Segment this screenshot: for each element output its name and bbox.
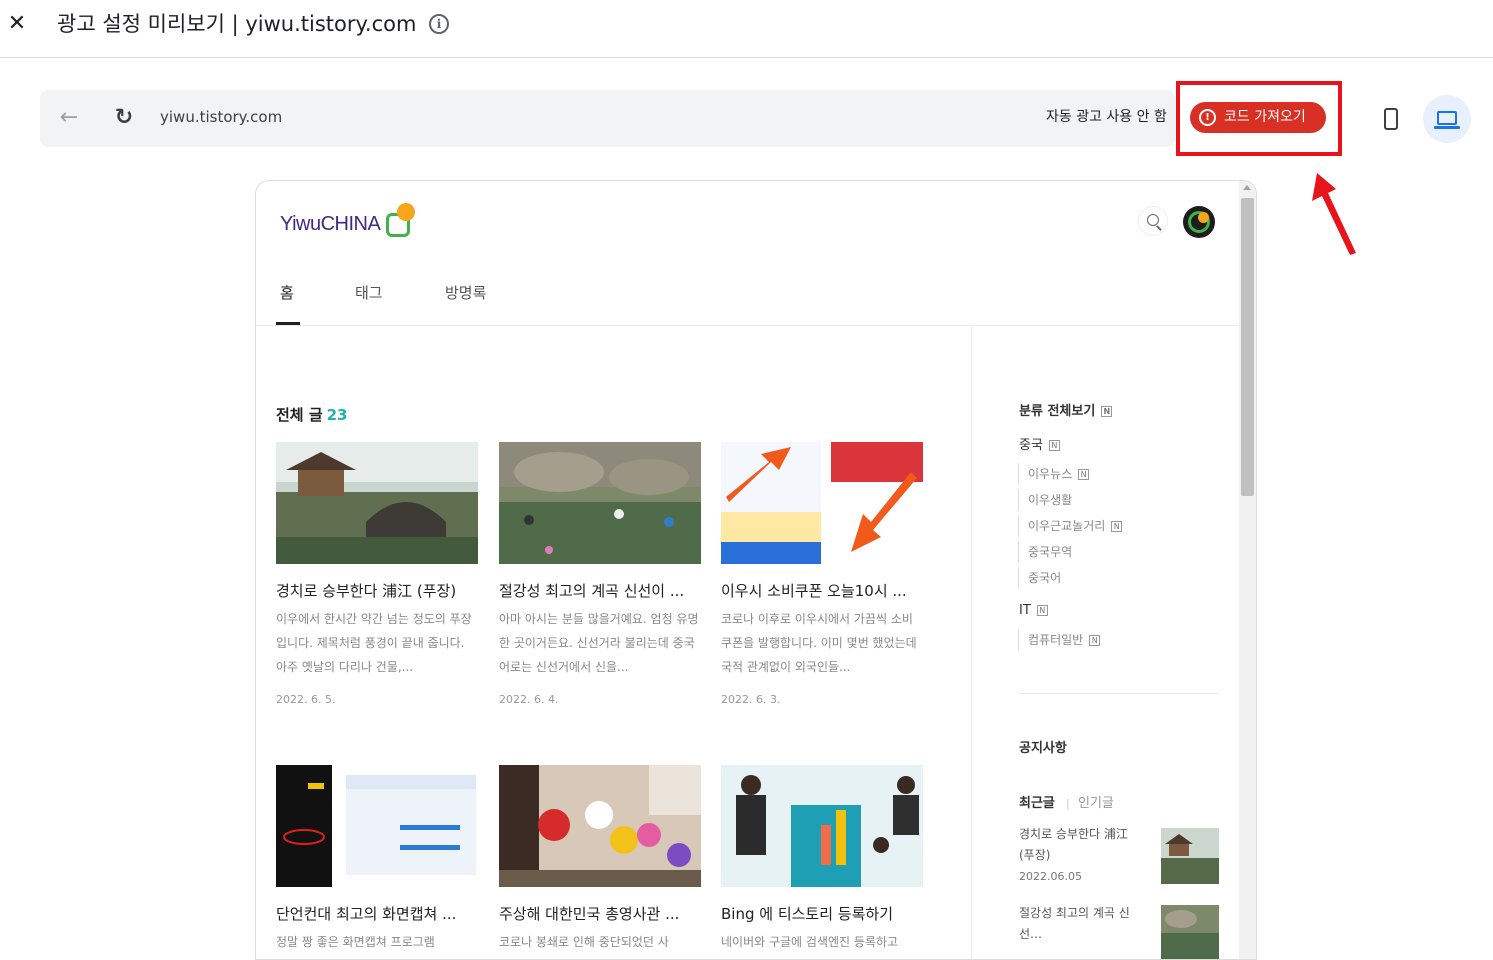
- post-date: 2022. 6. 3.: [721, 693, 781, 706]
- post-excerpt: 이우에서 한시간 약간 넘는 정도의 푸장 입니다. 제목처럼 풍경이 끝내 줍…: [276, 612, 472, 674]
- post-card[interactable]: 주상해 대한민국 총영사관 ... 코로나 봉쇄로 인해 중단되었던 사: [499, 765, 701, 959]
- subcategory-chinese[interactable]: 중국어: [1018, 567, 1061, 589]
- post-excerpt: 코로나 봉쇄로 인해 중단되었던 사: [499, 935, 669, 949]
- close-icon[interactable]: ✕: [6, 12, 28, 36]
- new-badge: N: [1111, 521, 1123, 532]
- tab-recent-posts[interactable]: 최근글: [1019, 794, 1055, 814]
- category-china[interactable]: 중국 N: [1019, 436, 1060, 456]
- post-title[interactable]: 절강성 최고의 계곡 신선이 ...: [499, 580, 701, 602]
- post-count: 23: [326, 406, 348, 424]
- new-badge: N: [1048, 440, 1060, 451]
- blog-search-button[interactable]: [1138, 206, 1168, 236]
- mobile-view-button[interactable]: [1378, 104, 1404, 134]
- scrollbar-thumb[interactable]: [1241, 198, 1254, 496]
- post-excerpt: 아마 아시는 분들 많을거예요. 엄청 유명한 곳이거든요. 신선거라 불리는데…: [499, 612, 699, 674]
- new-badge: N: [1036, 605, 1048, 616]
- blog-logo[interactable]: YiwuCHINA: [280, 211, 381, 237]
- nav-home[interactable]: 홈: [280, 282, 294, 304]
- subcategory-yiwu-life[interactable]: 이우생활: [1018, 489, 1072, 511]
- post-title[interactable]: 단언컨대 최고의 화면캡쳐 ...: [276, 903, 478, 925]
- subcategory-computer[interactable]: 컴퓨터일반 N: [1018, 629, 1101, 651]
- post-thumbnail: [276, 765, 478, 887]
- all-posts-heading: 전체 글 23: [276, 406, 348, 424]
- dialog-title: 광고 설정 미리보기 | yiwu.tistory.com: [57, 12, 417, 36]
- subcategory-yiwu-outings[interactable]: 이우근교놀거리 N: [1018, 515, 1123, 537]
- back-arrow-icon[interactable]: ←: [58, 104, 80, 132]
- nav-tags[interactable]: 태그: [355, 282, 383, 304]
- post-card[interactable]: Bing 에 티스토리 등록하기 네이버와 구글에 검색엔진 등록하고: [721, 765, 923, 959]
- recent-post-thumbnail[interactable]: [1161, 905, 1219, 960]
- info-icon[interactable]: i: [429, 14, 449, 34]
- new-badge: N: [1089, 635, 1101, 646]
- preview-url: yiwu.tistory.com: [160, 108, 283, 126]
- recent-post-date: 2022.06.05: [1019, 870, 1082, 883]
- recent-post-thumbnail[interactable]: [1161, 828, 1219, 884]
- reload-icon[interactable]: ↻: [113, 104, 135, 132]
- category-it[interactable]: IT N: [1019, 601, 1048, 621]
- desktop-view-button[interactable]: [1423, 95, 1471, 143]
- recent-post-title[interactable]: 경치로 승부한다 浦江 (푸장): [1019, 824, 1144, 866]
- new-badge: N: [1078, 469, 1090, 480]
- post-title[interactable]: 경치로 승부한다 浦江 (푸장): [276, 580, 478, 602]
- new-badge: N: [1101, 406, 1113, 417]
- nav-guestbook[interactable]: 방명록: [445, 282, 486, 304]
- auto-ads-status: 자동 광고 사용 안 함: [1046, 109, 1167, 125]
- post-excerpt: 정말 짱 좋은 화면캡쳐 프로그램: [276, 935, 435, 949]
- post-title[interactable]: Bing 에 티스토리 등록하기: [721, 903, 923, 925]
- post-thumbnail: [499, 442, 701, 564]
- post-title[interactable]: 이우시 소비쿠폰 오늘10시 ...: [721, 580, 923, 602]
- notice-heading: 공지사항: [1019, 741, 1067, 756]
- post-thumbnail: [276, 442, 478, 564]
- post-thumbnail: [721, 765, 923, 887]
- post-card[interactable]: 절강성 최고의 계곡 신선이 ... 아마 아시는 분들 많을거예요. 엄청 유…: [499, 442, 701, 707]
- annotation-highlight-box: [1176, 81, 1342, 156]
- post-excerpt: 네이버와 구글에 검색엔진 등록하고: [721, 935, 899, 949]
- laptop-icon: [1437, 111, 1457, 125]
- scroll-up-icon[interactable]: [1243, 185, 1251, 190]
- site-preview-frame: YiwuCHINA 홈 태그 방명록 전체 글 23 경치로 승부한다 浦江 (푸…: [255, 180, 1257, 960]
- recent-post-title[interactable]: 절강성 최고의 계곡 신선…: [1019, 903, 1144, 945]
- post-card[interactable]: 이우시 소비쿠폰 오늘10시 ... 코로나 이후로 이우시에서 가끔씩 소비쿠…: [721, 442, 923, 707]
- post-date: 2022. 6. 4.: [499, 693, 559, 706]
- category-all-link[interactable]: 분류 전체보기 N: [1019, 402, 1113, 422]
- post-thumbnail: [721, 442, 923, 564]
- avatar[interactable]: [1183, 206, 1215, 238]
- phone-icon: [1384, 108, 1398, 130]
- subcategory-yiwu-news[interactable]: 이우뉴스 N: [1018, 463, 1090, 485]
- post-card[interactable]: 경치로 승부한다 浦江 (푸장) 이우에서 한시간 약간 넘는 정도의 푸장 입…: [276, 442, 478, 707]
- annotation-arrow-icon: [1312, 173, 1356, 255]
- subcategory-china-trade[interactable]: 중국무역: [1018, 541, 1072, 563]
- post-title[interactable]: 주상해 대한민국 총영사관 ...: [499, 903, 701, 925]
- post-card[interactable]: 단언컨대 최고의 화면캡쳐 ... 정말 짱 좋은 화면캡쳐 프로그램: [276, 765, 478, 959]
- tab-popular-posts[interactable]: 인기글: [1078, 794, 1114, 814]
- post-date: 2022. 6. 5.: [276, 693, 336, 706]
- logo-dot-icon: [397, 203, 415, 221]
- post-thumbnail: [499, 765, 701, 887]
- post-excerpt: 코로나 이후로 이우시에서 가끔씩 소비쿠폰을 발행합니다. 이미 몇번 했었는…: [721, 612, 917, 674]
- dialog-header: ✕ 광고 설정 미리보기 | yiwu.tistory.com i: [0, 0, 1493, 58]
